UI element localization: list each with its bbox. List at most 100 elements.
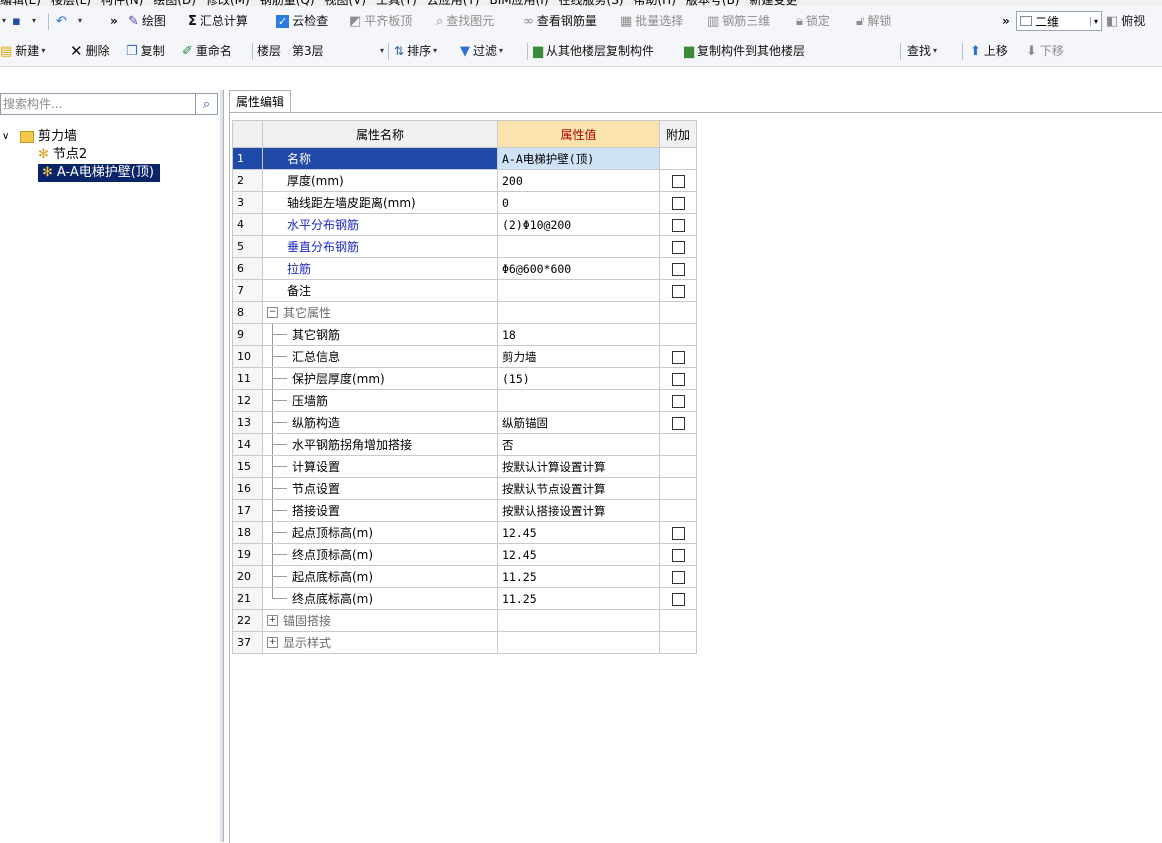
expand-icon[interactable]: + [267,615,278,626]
unlock-button[interactable]: 🔓︎ 解锁 [856,6,891,36]
attach-checkbox[interactable] [671,350,685,364]
new-button[interactable]: ▤ 新建 ▾ [0,36,45,66]
property-value-cell[interactable]: 按默认节点设置计算 [497,477,660,500]
property-value-cell[interactable]: 按默认搭接设置计算 [497,499,660,522]
property-row[interactable]: 20 起点底标高(m) 11.25 [232,565,697,588]
property-row[interactable]: 7 备注 [232,279,697,302]
property-row[interactable]: 19 终点顶标高(m) 12.45 [232,543,697,566]
property-row[interactable]: 18 起点顶标高(m) 12.45 [232,521,697,544]
attach-checkbox[interactable] [671,570,685,584]
property-value-cell[interactable]: 12.45 [497,521,660,544]
top-view-button[interactable]: ◧ 俯视 [1106,6,1145,36]
property-value-cell[interactable] [497,235,660,258]
panel-splitter[interactable] [220,90,224,842]
tree-item-shear-wall[interactable]: ∨ 剪力墙 [2,128,77,146]
property-row[interactable]: 4 水平分布钢筋 (2)Φ10@200 [232,213,697,236]
property-value-cell[interactable]: 12.45 [497,543,660,566]
property-row[interactable]: 14 水平钢筋拐角增加搭接 否 [232,433,697,456]
move-up-button[interactable]: ⬆ 上移 [970,36,1008,66]
property-row[interactable]: 10 汇总信息 剪力墙 [232,345,697,368]
property-value-cell[interactable]: 200 [497,169,660,192]
property-row[interactable]: 1 名称 A-A电梯护壁(顶) [232,147,697,170]
property-value-cell[interactable] [497,389,660,412]
search-input[interactable]: 搜索构件... [0,93,196,115]
undo-dropdown[interactable]: ▾ [76,6,82,36]
property-value-cell[interactable]: A-A电梯护壁(顶) [497,147,660,170]
view-rebar-button[interactable]: ∞ 查看钢筋量 [523,6,597,36]
toolbar-overflow-button-2[interactable]: » [1002,6,1010,36]
flat-slab-top-button[interactable]: ◩ 平齐板顶 [349,6,412,36]
tree-item-node2[interactable]: ✻ 节点2 [38,146,87,164]
property-value-cell[interactable] [497,301,660,324]
property-row[interactable]: 17 搭接设置 按默认搭接设置计算 [232,499,697,522]
property-value-cell[interactable]: 纵筋锚固 [497,411,660,434]
copy-button[interactable]: ❐ 复制 [126,36,165,66]
attach-checkbox[interactable] [671,526,685,540]
property-row[interactable]: 6 拉筋 Φ6@600*600 [232,257,697,280]
copy-to-floor-button[interactable]: ▆ 复制构件到其他楼层 [684,36,805,66]
find-button[interactable]: 查找 ▾ [907,36,937,66]
batch-select-button[interactable]: ▦ 批量选择 [620,6,683,36]
property-value-cell[interactable]: 0 [497,191,660,214]
attach-checkbox[interactable] [671,592,685,606]
property-value-cell[interactable]: 否 [497,433,660,456]
view-mode-dropdown[interactable]: 二维 ▾ [1016,11,1102,31]
attach-checkbox[interactable] [671,284,685,298]
rename-button[interactable]: ✐ 重命名 [182,36,232,66]
collapse-icon[interactable]: − [267,307,278,318]
sort-button[interactable]: ⇅ 排序 ▾ [394,36,437,66]
property-row[interactable]: 5 垂直分布钢筋 [232,235,697,258]
property-row[interactable]: 9 其它钢筋 18 [232,323,697,346]
attach-checkbox[interactable] [671,372,685,386]
copy-from-floor-button[interactable]: ▆ 从其他楼层复制构件 [533,36,654,66]
save-dropdown[interactable]: ▾ [30,6,36,36]
attach-checkbox[interactable] [671,196,685,210]
property-value-cell[interactable]: Φ6@600*600 [497,257,660,280]
property-row[interactable]: 8− 其它属性 [232,301,697,324]
attach-checkbox[interactable] [671,416,685,430]
property-value-cell[interactable]: (15) [497,367,660,390]
property-value-cell[interactable]: 剪力墙 [497,345,660,368]
undo-icon[interactable]: ↶ [56,6,70,36]
property-row[interactable]: 3 轴线距左墙皮距离(mm) 0 [232,191,697,214]
property-row[interactable]: 12 压墙筋 [232,389,697,412]
save-icon[interactable]: ▪ [12,6,24,36]
delete-button[interactable]: ✕ 删除 [70,36,110,66]
sum-calc-button[interactable]: Σ 汇总计算 [188,6,248,36]
property-row[interactable]: 2 厚度(mm) 200 [232,169,697,192]
property-row[interactable]: 15 计算设置 按默认计算设置计算 [232,455,697,478]
property-value-cell[interactable]: 11.25 [497,565,660,588]
find-element-button[interactable]: ⌕ 查找图元 [436,6,494,36]
property-value-cell[interactable] [497,609,660,632]
property-row[interactable]: 22 + 锚固搭接 [232,609,697,632]
property-value-cell[interactable] [497,279,660,302]
tab-property-edit[interactable]: 属性编辑 [229,90,292,113]
draw-button[interactable]: ✎ 绘图 [128,6,166,36]
property-value-cell[interactable]: 11.25 [497,587,660,610]
attach-checkbox[interactable] [671,394,685,408]
property-value-cell[interactable]: 18 [497,323,660,346]
move-down-button[interactable]: ⬇ 下移 [1026,36,1064,66]
search-button[interactable]: ⌕ [196,93,218,115]
property-row[interactable]: 16 节点设置 按默认节点设置计算 [232,477,697,500]
new-file-dropdown[interactable]: ▾ [0,6,6,36]
lock-button[interactable]: 🔒︎ 锁定 [796,6,830,36]
attach-checkbox[interactable] [671,218,685,232]
property-row[interactable]: 11 保护层厚度(mm) (15) [232,367,697,390]
property-value-cell[interactable]: (2)Φ10@200 [497,213,660,236]
attach-checkbox[interactable] [671,548,685,562]
property-value-cell[interactable]: 按默认计算设置计算 [497,455,660,478]
attach-checkbox[interactable] [671,240,685,254]
toolbar-overflow-button[interactable]: » [110,6,118,36]
property-row[interactable]: 21 终点底标高(m) 11.25 [232,587,697,610]
filter-button[interactable]: ▼ 过滤 ▾ [460,36,503,66]
property-value-cell[interactable] [497,631,660,654]
rebar-3d-button[interactable]: ▥ 钢筋三维 [707,6,770,36]
floor-dropdown[interactable]: 第3层 ▾ [292,36,384,66]
attach-checkbox[interactable] [671,262,685,276]
tree-item-elevator-wall[interactable]: ✻ A-A电梯护壁(顶) [38,164,160,182]
property-row[interactable]: 37 + 显示样式 [232,631,697,654]
expand-icon[interactable]: + [267,637,278,648]
attach-checkbox[interactable] [671,174,685,188]
property-row[interactable]: 13 纵筋构造 纵筋锚固 [232,411,697,434]
